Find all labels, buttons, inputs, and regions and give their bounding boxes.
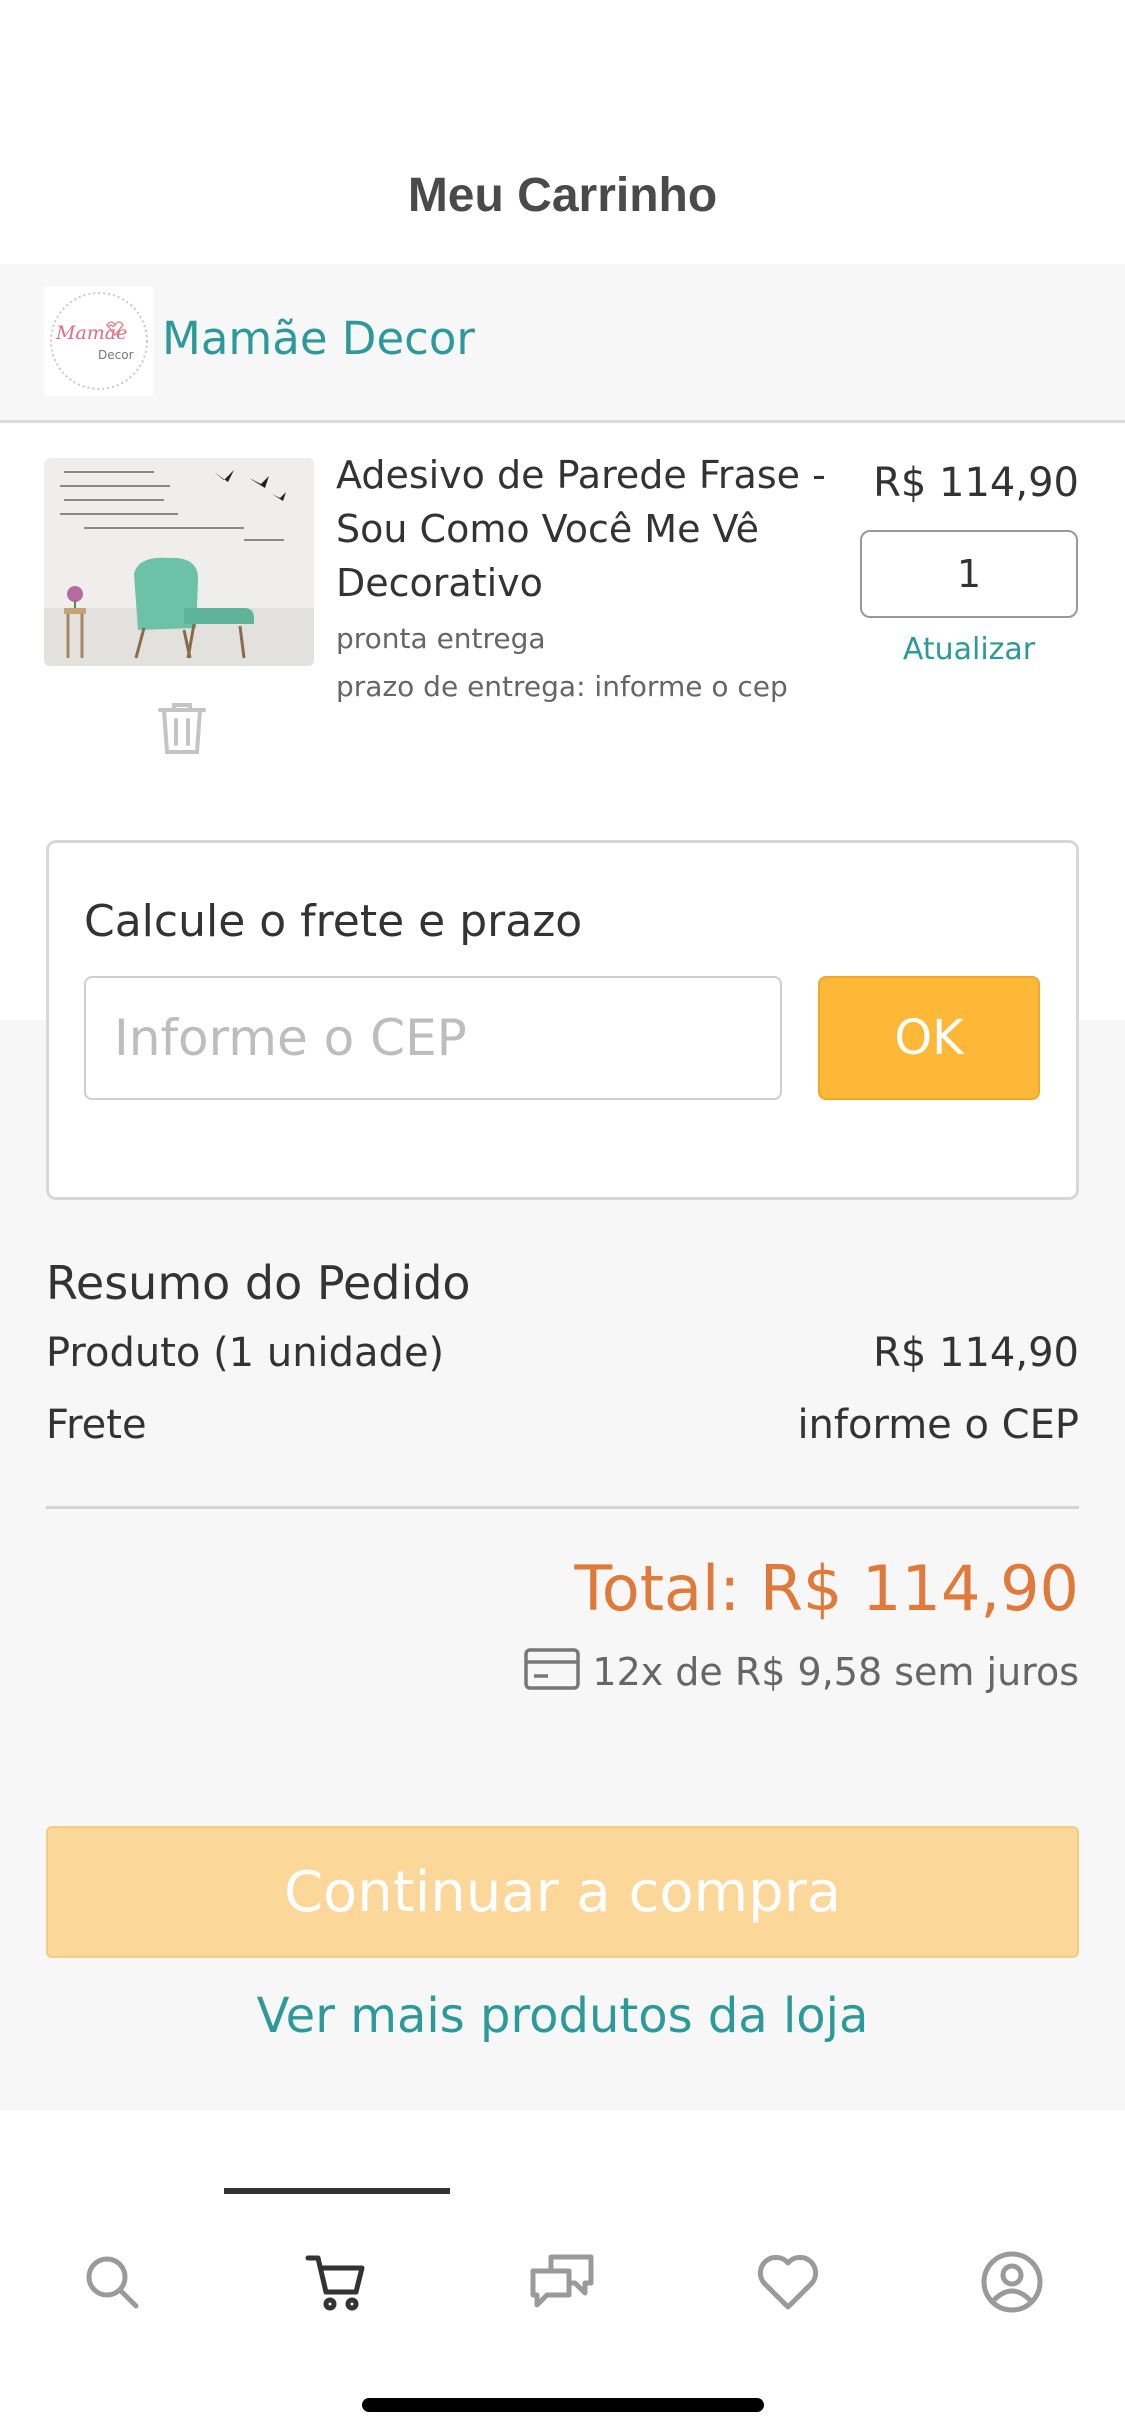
- trash-icon[interactable]: [156, 700, 208, 760]
- logo-script: Mamãe: [56, 322, 128, 344]
- order-total: Total: R$ 114,90: [574, 1552, 1079, 1625]
- store-divider: [0, 420, 1125, 423]
- credit-card-icon: [524, 1648, 580, 1694]
- delivery-time-text: prazo de entrega: informe o cep: [336, 670, 788, 703]
- shipping-title: Calcule o frete e prazo: [84, 896, 583, 947]
- store-logo[interactable]: Mamãe Decor: [44, 286, 154, 396]
- active-tab-indicator: [224, 2188, 450, 2194]
- more-products-link[interactable]: Ver mais produtos da loja: [0, 1988, 1125, 2044]
- product-subtotal: R$ 114,90: [873, 1330, 1079, 1376]
- quantity-input[interactable]: 1: [860, 530, 1078, 618]
- item-price: R$ 114,90: [873, 460, 1079, 506]
- page-title: Meu Carrinho: [407, 169, 718, 222]
- cart-icon[interactable]: [300, 2246, 372, 2318]
- ok-button[interactable]: OK: [818, 976, 1040, 1100]
- continue-purchase-button[interactable]: Continuar a compra: [46, 1826, 1079, 1958]
- product-count-label: Produto (1 unidade): [46, 1330, 445, 1376]
- cep-input[interactable]: [84, 976, 782, 1100]
- product-title[interactable]: Adesivo de Parede Frase - Sou Como Você …: [336, 448, 846, 610]
- account-icon[interactable]: [976, 2246, 1048, 2318]
- logo-sub: Decor: [98, 348, 134, 362]
- installments-text: 12x de R$ 9,58 sem juros: [592, 1650, 1079, 1694]
- chat-icon[interactable]: [526, 2246, 598, 2318]
- summary-divider: [46, 1506, 1079, 1509]
- availability-text: pronta entrega: [336, 622, 546, 655]
- store-name-link[interactable]: Mamãe Decor: [162, 312, 475, 365]
- summary-title: Resumo do Pedido: [46, 1256, 471, 1310]
- product-image[interactable]: [44, 458, 314, 666]
- shipping-label: Frete: [46, 1402, 147, 1448]
- heart-icon[interactable]: [752, 2246, 824, 2318]
- update-quantity-link[interactable]: Atualizar: [860, 632, 1078, 667]
- home-indicator: [362, 2398, 764, 2412]
- shipping-value: informe o CEP: [797, 1402, 1079, 1448]
- search-icon[interactable]: [76, 2246, 148, 2318]
